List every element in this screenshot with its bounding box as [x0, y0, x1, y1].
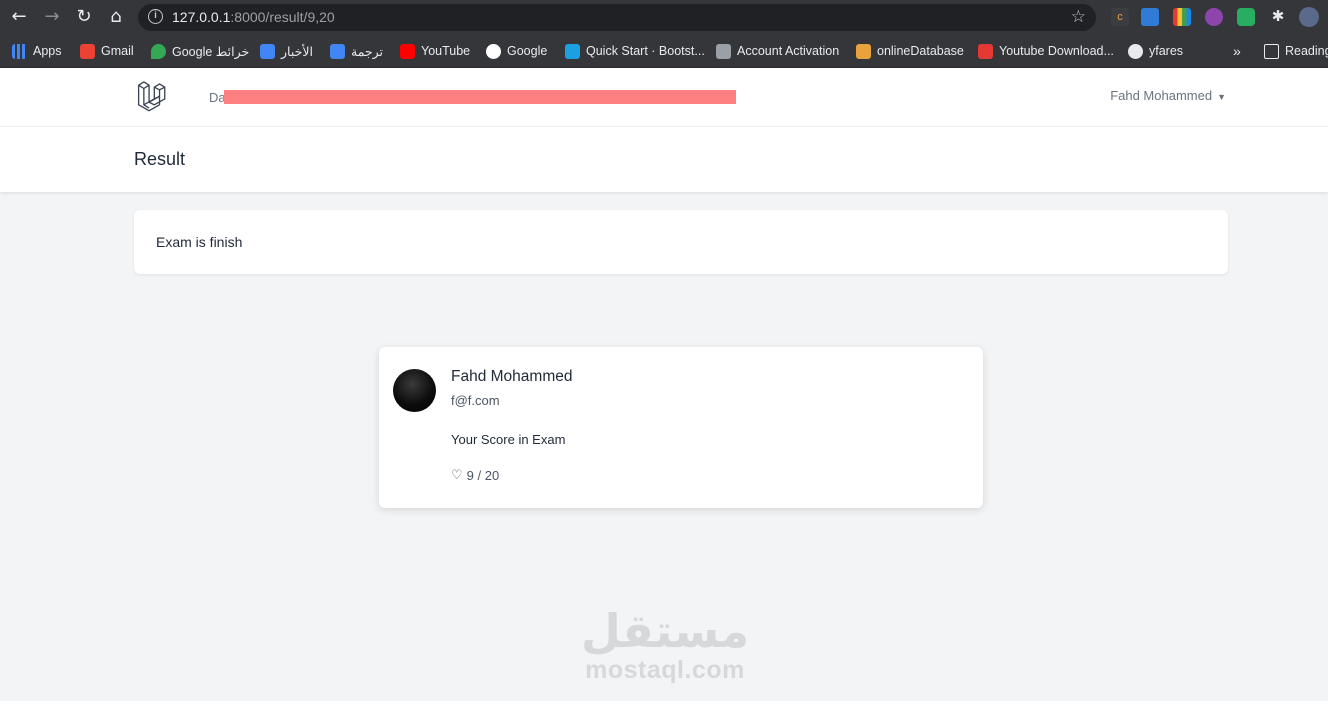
bookmark-youtube-downloader[interactable]: Youtube Download...: [978, 42, 1114, 60]
bookmark-google[interactable]: Google: [486, 42, 547, 60]
bookmark-label: YouTube: [421, 44, 471, 58]
globe-icon: [1128, 43, 1143, 59]
bookmark-label: Youtube Download...: [999, 44, 1114, 58]
extension-icon[interactable]: [1141, 8, 1159, 26]
overflow-chevron-icon: »: [1233, 43, 1241, 59]
gmail-icon: [80, 43, 95, 59]
reload-icon[interactable]: ↻: [73, 6, 95, 28]
bookmark-label: Apps: [33, 44, 62, 58]
bookmark-yfares[interactable]: yfares: [1128, 42, 1183, 60]
profile-avatar[interactable]: [1299, 7, 1319, 27]
bookmarks-bar: Apps Gmail Google خرائط الأخبار ترجمة Yo…: [0, 35, 1328, 68]
url-text: 127.0.0.1:8000/result/9,20: [172, 9, 335, 25]
score-label: Your Score in Exam: [451, 432, 566, 447]
youtube-icon: [400, 43, 415, 59]
watermark: مستقل mostaql.com: [580, 605, 750, 683]
bookmark-label: Quick Start · Bootst...: [586, 44, 705, 58]
bookmark-star-icon[interactable]: ☆: [1071, 7, 1086, 27]
activation-icon: [716, 43, 731, 59]
puzzle-extensions-icon[interactable]: ✱: [1269, 8, 1287, 26]
extension-icon[interactable]: c: [1111, 8, 1129, 26]
user-name: Fahd Mohammed: [1110, 88, 1213, 103]
extension-icon[interactable]: [1173, 8, 1191, 26]
browser-toolbar: ← → ↻ ⌂ i 127.0.0.1:8000/result/9,20 ☆ c…: [0, 0, 1328, 35]
result-user-email: f@f.com: [451, 393, 500, 408]
apps-grid-icon: [12, 43, 27, 59]
bookmark-label: Account Activation: [737, 44, 840, 58]
laravel-logo-icon[interactable]: [136, 80, 170, 114]
translate-icon: [330, 43, 345, 59]
watermark-latin: mostaql.com: [585, 656, 745, 684]
score-value: 9 / 20: [466, 468, 500, 483]
bookmark-label: Google خرائط: [172, 44, 250, 59]
result-card: Fahd Mohammed f@f.com Your Score in Exam…: [379, 347, 983, 508]
user-dropdown[interactable]: Fahd Mohammed ▼: [1110, 88, 1226, 103]
redaction-bar: [224, 90, 736, 104]
google-icon: [486, 43, 501, 59]
bookmark-label: الأخبار: [281, 44, 313, 59]
result-user-name: Fahd Mohammed: [451, 368, 573, 385]
bookmark-label: Google: [507, 44, 548, 58]
forward-arrow-icon[interactable]: →: [41, 6, 63, 28]
bookmarks-overflow-button[interactable]: »: [1233, 42, 1241, 60]
bookmark-maps[interactable]: Google خرائط: [151, 42, 249, 60]
reading-list-button[interactable]: Reading: [1264, 42, 1328, 60]
news-icon: [260, 43, 275, 59]
status-message: Exam is finish: [156, 234, 243, 250]
status-panel: Exam is finish: [134, 210, 1228, 274]
bookmark-label: Gmail: [101, 44, 134, 58]
bookmark-apps[interactable]: Apps: [12, 42, 62, 60]
bootstrap-icon: [565, 43, 580, 59]
bookmark-translate[interactable]: ترجمة: [330, 42, 383, 60]
page-title: Result: [134, 149, 186, 169]
bookmark-gmail[interactable]: Gmail: [80, 42, 134, 60]
reading-list-icon: [1264, 43, 1279, 59]
page-header: Result: [0, 127, 1328, 192]
extension-icon[interactable]: [1205, 8, 1223, 26]
bookmark-bootstrap[interactable]: Quick Start · Bootst...: [565, 42, 705, 60]
database-icon: [856, 43, 871, 59]
score-display: ♡ 9 / 20: [451, 468, 499, 483]
bookmark-account-activation[interactable]: Account Activation: [716, 42, 839, 60]
heart-icon: ♡: [451, 468, 463, 483]
extension-icon[interactable]: [1237, 8, 1255, 26]
bookmark-online-database[interactable]: onlineDatabase: [856, 42, 964, 60]
bookmark-youtube[interactable]: YouTube: [400, 42, 470, 60]
bookmark-label: Reading: [1285, 44, 1328, 58]
bookmark-label: onlineDatabase: [877, 44, 964, 58]
bookmark-label: yfares: [1149, 44, 1184, 58]
url-path: :8000/result/9,20: [230, 9, 335, 25]
chevron-down-icon: ▼: [1217, 91, 1226, 102]
home-icon[interactable]: ⌂: [105, 6, 127, 28]
url-host: 127.0.0.1: [172, 9, 231, 25]
bookmark-label: ترجمة: [351, 44, 384, 59]
bookmark-news[interactable]: الأخبار: [260, 42, 313, 60]
site-info-icon[interactable]: i: [148, 9, 163, 24]
back-arrow-icon[interactable]: ←: [8, 6, 30, 28]
maps-pin-icon: [151, 43, 166, 59]
watermark-arabic: مستقل: [580, 604, 750, 658]
address-bar[interactable]: i 127.0.0.1:8000/result/9,20 ☆: [138, 4, 1096, 31]
avatar: [393, 369, 436, 412]
download-icon: [978, 43, 993, 59]
